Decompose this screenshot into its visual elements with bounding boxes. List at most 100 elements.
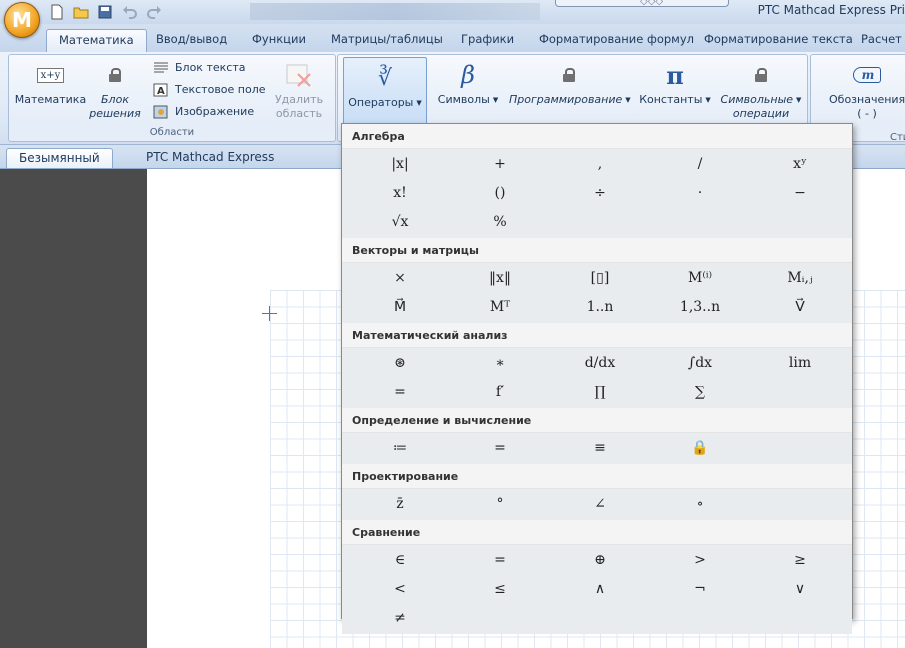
save-icon[interactable] [97,4,113,20]
programmirovanie-button[interactable]: Программирование ▼ [509,59,631,107]
dropdown-arrow-icon: ▼ [416,99,422,107]
izobrazhenie-label: Изображение [175,105,255,118]
operator-button[interactable]: lim [770,349,830,377]
operator-button[interactable]: ∗ [470,349,530,377]
operator-button[interactable]: = [470,546,530,574]
math-icon-label: x+y [36,67,65,83]
tab-formatirovanie-teksta[interactable]: Форматирование текста [698,29,859,51]
operator-button[interactable]: z̄ [370,490,430,518]
operator-button[interactable]: + [470,150,530,178]
operator-button[interactable]: ∈ [370,546,430,574]
operator-button[interactable]: M⃗ [370,293,430,321]
new-file-icon[interactable] [49,4,65,20]
operator-button[interactable]: 1,3..n [670,293,730,321]
operator-button[interactable]: ≔ [370,434,430,462]
title-decoration-glyph: ◇◇◇ [640,0,664,7]
operator-button[interactable]: 1..n [570,293,630,321]
operatory-label: Операторы [348,96,414,109]
operator-button[interactable]: ⊛ [370,349,430,377]
tab-funktsii[interactable]: Функции [246,29,312,51]
oboznacheniya-button[interactable]: m Обозначения ( - ) [829,59,905,121]
svg-text:A: A [157,86,165,97]
operator-button[interactable]: ≤ [470,575,530,603]
blok-resheniya-label-2: решения [89,107,141,120]
pi-icon: π [666,60,684,90]
operator-button[interactable]: M⁽ⁱ⁾ [670,264,730,292]
operator-button[interactable]: ∨ [770,575,830,603]
operator-button[interactable]: ≡ [570,434,630,462]
lock-icon [563,68,575,82]
operator-button[interactable]: % [470,208,530,236]
group-oblasti-label: Области [149,127,195,138]
open-folder-icon[interactable] [73,4,89,20]
operator-button[interactable]: ‖x‖ [470,264,530,292]
operator-button[interactable]: d/dx [570,349,630,377]
operator-button[interactable]: √x [370,208,430,236]
operator-button[interactable]: ≠ [370,604,430,632]
redo-icon[interactable] [146,4,162,20]
operator-button[interactable]: xʸ [770,150,830,178]
operator-button[interactable]: ∘ [670,490,730,518]
udalit-oblast-button[interactable]: Удалить область [271,59,327,121]
simvolnye-operatsii-button[interactable]: Символьные ▼ операции [719,59,803,121]
matematika-button[interactable]: x+y Математика [13,59,88,107]
simvoly-button[interactable]: β Символы ▼ [433,59,503,107]
operator-button[interactable]: x! [370,179,430,207]
operator-button[interactable]: · [670,179,730,207]
undo-icon[interactable] [122,4,138,20]
image-icon [153,105,168,119]
operator-button[interactable]: ∧ [570,575,630,603]
text-field-icon: A [153,83,168,97]
operator-button[interactable]: ∠ [570,490,630,518]
tab-matritsy-tablitsy[interactable]: Матрицы/таблицы [325,29,449,51]
izobrazhenie-button[interactable]: Изображение [153,105,254,123]
operator-button[interactable]: − [770,179,830,207]
operator-button[interactable]: ∑ [670,378,730,406]
konstanty-button[interactable]: π Константы ▼ [637,59,713,107]
window-title: PTC Mathcad Express Pri [757,3,905,17]
math-region-icon: x+y [13,59,88,91]
operator-button[interactable]: 🔒 [670,434,730,462]
operator-button[interactable]: / [670,150,730,178]
operator-button[interactable]: ÷ [570,179,630,207]
operator-button[interactable]: ≥ [770,546,830,574]
application-menu-button[interactable]: M [4,2,40,38]
operator-button[interactable]: = [370,378,430,406]
tekstovoe-pole-button[interactable]: A Текстовое поле [153,83,266,101]
section-header: Векторы и матрицы [342,238,852,263]
operator-button[interactable]: ° [470,490,530,518]
operator-button[interactable]: Mᵀ [470,293,530,321]
operatory-button[interactable]: ∛ Операторы ▼ [343,57,427,129]
doc-tab-ptc-mathcad-express[interactable]: PTC Mathcad Express [134,148,286,167]
operator-button[interactable]: ∏ [570,378,630,406]
operator-button[interactable]: |x| [370,150,430,178]
label-tag-icon: m [852,67,882,83]
tab-grafiki[interactable]: Графики [455,29,520,51]
blok-teksta-button[interactable]: Блок текста [153,61,245,79]
simvolnye-label-1: Символьные [720,93,794,106]
operator-button[interactable]: > [670,546,730,574]
operator-button[interactable]: < [370,575,430,603]
programmirovanie-label: Программирование [509,93,623,106]
operator-button[interactable]: = [470,434,530,462]
blok-resheniya-button[interactable]: Блок решения [89,59,141,121]
udalit-label-2: область [275,107,323,120]
title-bar: ◇◇◇ PTC Mathcad Express Pri [0,0,905,24]
left-margin-area [0,169,147,648]
operator-button[interactable]: × [370,264,430,292]
operator-button[interactable]: ⊕ [570,546,630,574]
tab-raschet[interactable]: Расчет [855,29,905,51]
operator-button[interactable]: Mᵢ,ⱼ [770,264,830,292]
tab-matematika[interactable]: Математика [46,29,147,52]
operator-button[interactable]: , [570,150,630,178]
operator-button[interactable]: V⃗ [770,293,830,321]
operator-button[interactable]: [▯] [570,264,630,292]
operator-button[interactable]: f′ [470,378,530,406]
dropdown-arrow-icon: ▼ [796,96,802,104]
operator-button[interactable]: ¬ [670,575,730,603]
operator-button[interactable]: ∫dx [670,349,730,377]
tab-vvod-vyvod[interactable]: Ввод/вывод [150,29,233,51]
operator-button[interactable]: () [470,179,530,207]
doc-tab-untitled[interactable]: Безымянный [6,148,113,168]
tab-formatirovanie-formul[interactable]: Форматирование формул [533,29,700,51]
